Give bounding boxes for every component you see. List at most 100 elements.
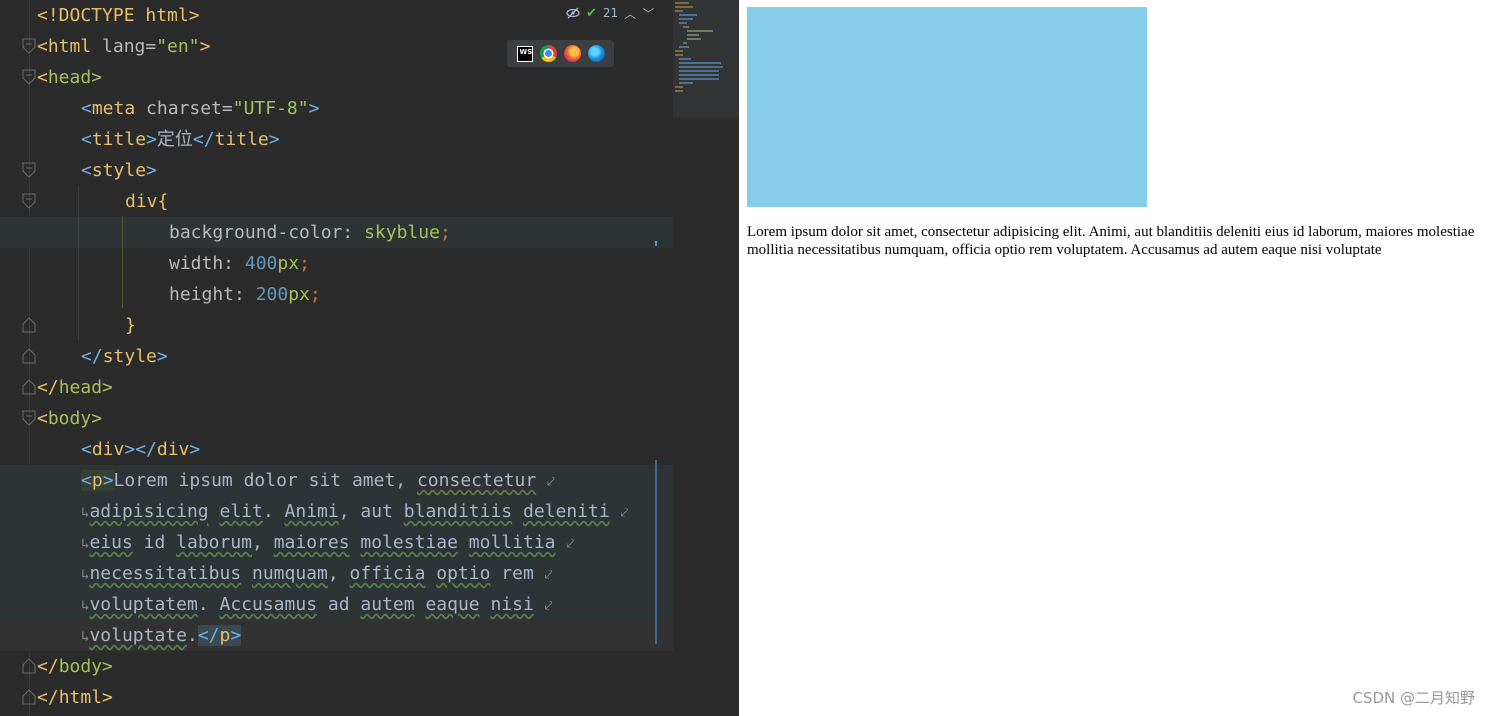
code-line-11[interactable]: } — [0, 310, 673, 341]
fold-icon[interactable] — [22, 193, 36, 209]
spelling-word: optio — [436, 563, 491, 584]
spelling-word: deleniti — [522, 501, 610, 522]
inspection-count[interactable]: 21 — [603, 6, 618, 20]
fold-end-icon[interactable] — [22, 317, 36, 333]
fold-end-icon[interactable] — [22, 689, 36, 705]
code-line-9[interactable]: width: 400px; — [0, 248, 673, 279]
attr-value: "en" — [156, 36, 200, 57]
fold-end-icon[interactable] — [22, 658, 36, 674]
fold-icon[interactable] — [22, 38, 36, 54]
tag-name: body — [47, 408, 92, 429]
browser-preview: Lorem ipsum dolor sit amet, consectetur … — [739, 0, 1489, 716]
tag-open: < — [37, 67, 48, 88]
spelling-word: Animi — [284, 501, 339, 522]
tag-close: > — [146, 160, 157, 181]
eye-crossed-icon[interactable] — [566, 6, 580, 20]
p-tag-match: </p> — [197, 625, 242, 646]
code-line-23[interactable]: </html> — [0, 682, 673, 713]
fold-icon[interactable] — [22, 162, 36, 178]
code-line-19[interactable]: ↳necessitatibus numquam, officia optio r… — [0, 558, 673, 589]
tag-open: < — [81, 160, 92, 181]
tag-close: > — [156, 346, 168, 367]
code-line-10[interactable]: height: 200px; — [0, 279, 673, 310]
fold-end-icon[interactable] — [22, 379, 36, 395]
css-semicolon: ; — [439, 222, 451, 243]
tag-name: title — [214, 129, 269, 150]
preview-paragraph: Lorem ipsum dolor sit amet, consectetur … — [747, 224, 1475, 258]
code-line-22[interactable]: </body> — [0, 651, 673, 682]
css-unit: px — [277, 253, 300, 274]
tag-open: </ — [192, 129, 215, 150]
minimap-line — [675, 2, 689, 4]
tag-open: < — [81, 98, 92, 119]
css-number: 200 — [255, 284, 289, 305]
code-line-16[interactable]: <p>Lorem ipsum dolor sit amet, consectet… — [0, 465, 673, 496]
soft-wrap-icon: ⤦ — [620, 505, 629, 521]
scroll-marker — [655, 241, 657, 246]
code-area[interactable]: <!DOCTYPE html> <html lang="en"> <head> … — [0, 0, 673, 716]
code-line-12[interactable]: </style> — [0, 341, 673, 372]
spelling-word: eius — [89, 532, 133, 553]
code-line-18[interactable]: ↳eius id laborum, maiores molestiae moll… — [0, 527, 673, 558]
minimap-line — [679, 14, 697, 16]
minimap[interactable] — [673, 0, 739, 118]
code-line-7[interactable]: div{ — [0, 186, 673, 217]
code-line-13[interactable]: </head> — [0, 372, 673, 403]
tag-open: <html — [37, 36, 92, 57]
paragraph-text: . — [186, 625, 198, 646]
spelling-word: elit — [219, 501, 263, 522]
indent-guide — [122, 216, 123, 308]
minimap-line — [679, 18, 693, 20]
code-line-4[interactable]: <meta charset="UTF-8"> — [0, 93, 673, 124]
code-line-5[interactable]: <title>定位</title> — [0, 124, 673, 155]
code-editor[interactable]: <!DOCTYPE html> <html lang="en"> <head> … — [0, 0, 739, 716]
chrome-icon[interactable] — [539, 45, 557, 62]
tag-open: < — [37, 408, 48, 429]
code-line-6[interactable]: <style> — [0, 155, 673, 186]
tag-close: > — [308, 98, 320, 119]
code-line-14[interactable]: <body> — [0, 403, 673, 434]
code-line-17[interactable]: ↳adipisicing elit. Animi, aut blanditiis… — [0, 496, 673, 527]
spelling-word: numquam — [252, 563, 328, 584]
tag-close: > — [102, 656, 113, 677]
minimap-line — [679, 66, 723, 68]
tag-name: div — [91, 439, 125, 460]
tag-open: </ — [37, 377, 59, 398]
fold-icon[interactable] — [22, 410, 36, 426]
tag-name: p — [91, 470, 103, 491]
minimap-line — [679, 82, 693, 84]
minimap-line — [675, 50, 683, 52]
tag-close: > — [268, 129, 280, 150]
code-line-8[interactable]: background-color: skyblue; — [0, 217, 673, 248]
spelling-word: officia — [349, 563, 426, 584]
minimap-line — [679, 58, 691, 60]
code-line-21[interactable]: ↳voluptate.</p> — [0, 620, 673, 651]
browser-toolbar: WS — [507, 40, 614, 67]
code-line-20[interactable]: ↳voluptatem. Accusamus ad autem eaque ni… — [0, 589, 673, 620]
paragraph-text: ad — [317, 594, 361, 615]
code-line-15[interactable]: <div></div> — [0, 434, 673, 465]
minimap-line — [675, 54, 683, 56]
fold-icon[interactable] — [22, 69, 36, 85]
paragraph-text: . — [262, 501, 285, 522]
inspections-widget[interactable]: ✔ 21 ︿ ﹀ — [566, 4, 654, 22]
chevron-down-icon[interactable]: ﹀ — [642, 5, 654, 22]
paragraph-text — [512, 501, 523, 522]
spelling-word: voluptatem — [89, 594, 198, 615]
fold-end-icon[interactable] — [22, 348, 36, 364]
firefox-icon[interactable] — [563, 45, 581, 62]
tag-name: meta — [91, 98, 136, 119]
minimap-line — [675, 6, 693, 8]
webstorm-icon[interactable]: WS — [516, 45, 533, 62]
paragraph-text — [425, 563, 436, 584]
minimap-line — [683, 42, 687, 44]
edge-icon[interactable] — [587, 45, 605, 62]
spelling-word: consectetur — [416, 470, 537, 491]
chevron-up-icon[interactable]: ︿ — [624, 5, 636, 22]
minimap-line — [683, 26, 689, 28]
tag-close: > — [91, 67, 103, 88]
tag-close: > — [102, 687, 113, 708]
tag-open: < — [81, 129, 92, 150]
paragraph-text: Lorem ipsum dolor sit amet, — [113, 470, 417, 491]
css-brace: } — [125, 315, 136, 336]
